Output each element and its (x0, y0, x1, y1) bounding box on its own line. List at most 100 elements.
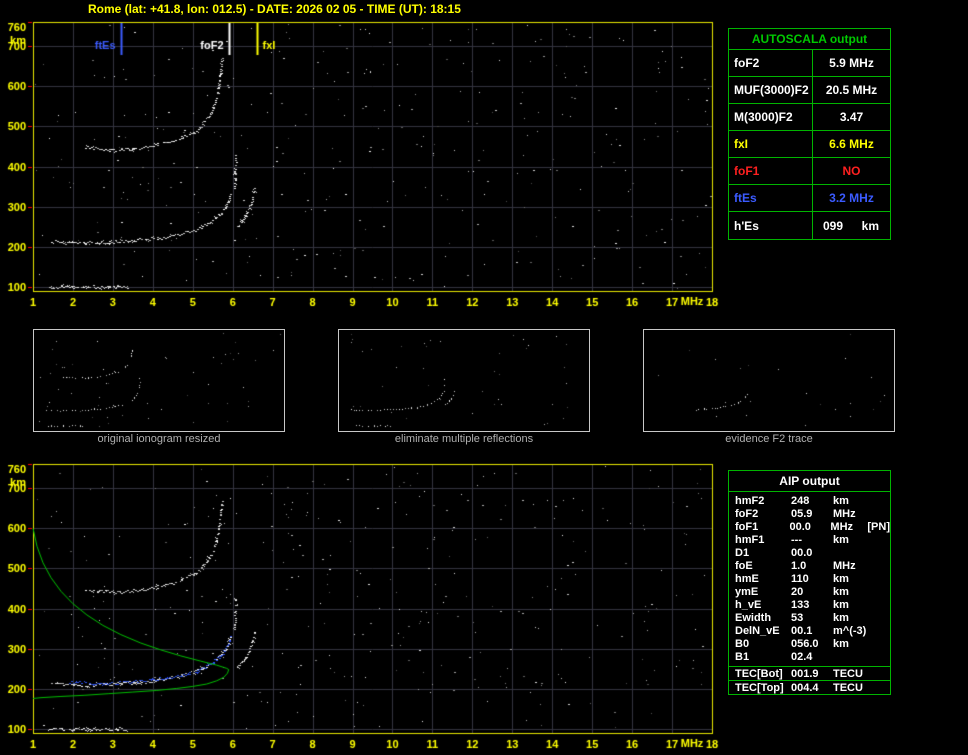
aip-unit: MHz (833, 508, 856, 520)
aip-value: 00.0 (791, 547, 813, 559)
aip-label: B0 (735, 638, 750, 650)
aip-unit: km (833, 534, 849, 546)
autoscala-row-label: foF2 (729, 50, 813, 76)
autoscala-row-value: 099 km (823, 218, 879, 233)
aip-label: B1 (735, 651, 750, 663)
aip-value: 00.1 (791, 625, 813, 637)
aip-label: ymE (735, 586, 759, 598)
aip-unit: MHz (833, 560, 856, 572)
aip-unit: TECU (833, 668, 863, 680)
aip-value: --- (791, 534, 802, 546)
autoscala-row: M(3000)F2 3.47 (729, 104, 890, 131)
thumbnail-caption-evidence: evidence F2 trace (725, 433, 813, 445)
autoscala-row-label: h'Es (729, 212, 813, 239)
aip-output-table: AIP output hmF2 248 km foF2 05.9 MHz foF1 00.0 M… (728, 470, 891, 695)
aip-value: 001.9 (791, 668, 819, 680)
aip-value: 00.0 (789, 521, 811, 533)
aip-label: hmF1 (735, 534, 765, 546)
aip-unit: km (833, 612, 849, 624)
aip-extra (871, 560, 890, 573)
aip-label: hmF2 (735, 495, 765, 507)
aip-label: D1 (735, 547, 750, 559)
aip-table-rows: hmF2 248 km foF2 05.9 MHz foF1 00.0 MHz [PN] hmF1 -… (729, 492, 890, 666)
top-ionogram-plot (0, 16, 724, 312)
autoscala-row-label: foF1 (729, 158, 813, 184)
aip-value: 20 (791, 586, 804, 598)
aip-value: 05.9 (791, 508, 813, 520)
autoscala-table-rows: foF2 5.9 MHz MUF(3000)F2 20.5 MHz M(3000)F2 3… (729, 50, 890, 239)
aip-row: ymE 20 km (729, 586, 890, 599)
page-title: Rome (lat: +41.8, lon: 012.5) - DATE: 20… (88, 2, 461, 16)
autoscala-row-value: 20.5 MHz (825, 83, 878, 97)
autoscala-row: h'Es 099 km (729, 212, 890, 239)
aip-unit: MHz (830, 521, 854, 533)
aip-row: B1 02.4 (729, 651, 890, 664)
aip-unit: m^(-3) (833, 625, 867, 637)
aip-extra (871, 625, 890, 638)
aip-row: Ewidth 53 km (729, 612, 890, 625)
autoscala-row: foF1 NO (729, 158, 890, 185)
autoscala-row: ftEs 3.2 MHz (729, 185, 890, 212)
autoscala-row-label: MUF(3000)F2 (729, 77, 813, 103)
aip-row: D1 00.0 (729, 547, 890, 560)
autoscala-row-value: NO (842, 164, 861, 178)
aip-extra (871, 651, 890, 664)
autoscala-row-label: fxI (729, 131, 813, 157)
thumbnail-caption-original: original ionogram resized (97, 433, 221, 445)
aip-value: 004.4 (791, 682, 819, 694)
aip-extra (871, 495, 890, 508)
autoscala-screen: Rome (lat: +41.8, lon: 012.5) - DATE: 20… (0, 0, 968, 755)
thumbnail-original-ionogram (33, 329, 285, 432)
aip-unit: km (833, 638, 849, 650)
aip-row: B0 056.0 km (729, 638, 890, 651)
aip-value: 53 (791, 612, 804, 624)
aip-value: 133 (791, 599, 810, 611)
aip-table-header: AIP output (729, 471, 890, 492)
autoscala-row-value: 6.6 MHz (829, 137, 874, 151)
aip-extra (871, 547, 890, 560)
aip-extra: [PN] (867, 521, 890, 533)
aip-row: TEC[Top] 004.4 TECU (729, 680, 890, 694)
aip-row: foF1 00.0 MHz [PN] (729, 521, 890, 534)
autoscala-output-table: AUTOSCALA output foF2 5.9 MHz MUF(3000)F2 2… (728, 28, 891, 240)
autoscala-row-label: ftEs (729, 185, 813, 211)
aip-value: 056.0 (791, 638, 819, 650)
aip-extra (871, 599, 890, 612)
thumbnail-eliminate-reflections (338, 329, 590, 432)
aip-row: h_vE 133 km (729, 599, 890, 612)
aip-unit: km (833, 495, 849, 507)
aip-unit (833, 547, 871, 560)
aip-row: hmF2 248 km (729, 495, 890, 508)
autoscala-row: MUF(3000)F2 20.5 MHz (729, 77, 890, 104)
aip-value: 02.4 (791, 651, 813, 663)
aip-value: 110 (791, 573, 809, 585)
thumbnail-evidence-f2-trace (643, 329, 895, 432)
aip-label: foF2 (735, 508, 759, 520)
autoscala-row-value: 3.47 (839, 110, 864, 124)
aip-label: foF1 (735, 521, 759, 533)
autoscala-row-value: 5.9 MHz (829, 56, 874, 70)
autoscala-row: foF2 5.9 MHz (729, 50, 890, 77)
aip-row: TEC[Bot] 001.9 TECU (729, 666, 890, 680)
aip-tec-rows: TEC[Bot] 001.9 TECU TEC[Top] 004.4 TECU (729, 666, 890, 694)
aip-extra (871, 586, 890, 599)
aip-row: foF2 05.9 MHz (729, 508, 890, 521)
aip-value: 1.0 (791, 560, 807, 572)
autoscala-table-header: AUTOSCALA output (729, 29, 890, 50)
aip-label: TEC[Bot] (735, 668, 783, 680)
aip-row: DelN_vE 00.1 m^(-3) (729, 625, 890, 638)
aip-row: hmE 110 km (729, 573, 890, 586)
aip-extra (871, 573, 890, 586)
aip-label: DelN_vE (735, 625, 780, 637)
aip-label: foE (735, 560, 753, 572)
aip-unit: km (833, 573, 849, 585)
aip-extra (871, 534, 890, 547)
aip-extra (871, 612, 890, 625)
aip-extra (871, 667, 890, 680)
aip-unit (833, 651, 871, 664)
aip-unit: km (833, 599, 849, 611)
aip-extra (871, 508, 890, 521)
thumbnail-caption-eliminate: eliminate multiple reflections (394, 433, 534, 445)
aip-value: 248 (791, 495, 810, 507)
bottom-ionogram-plot (0, 458, 724, 754)
